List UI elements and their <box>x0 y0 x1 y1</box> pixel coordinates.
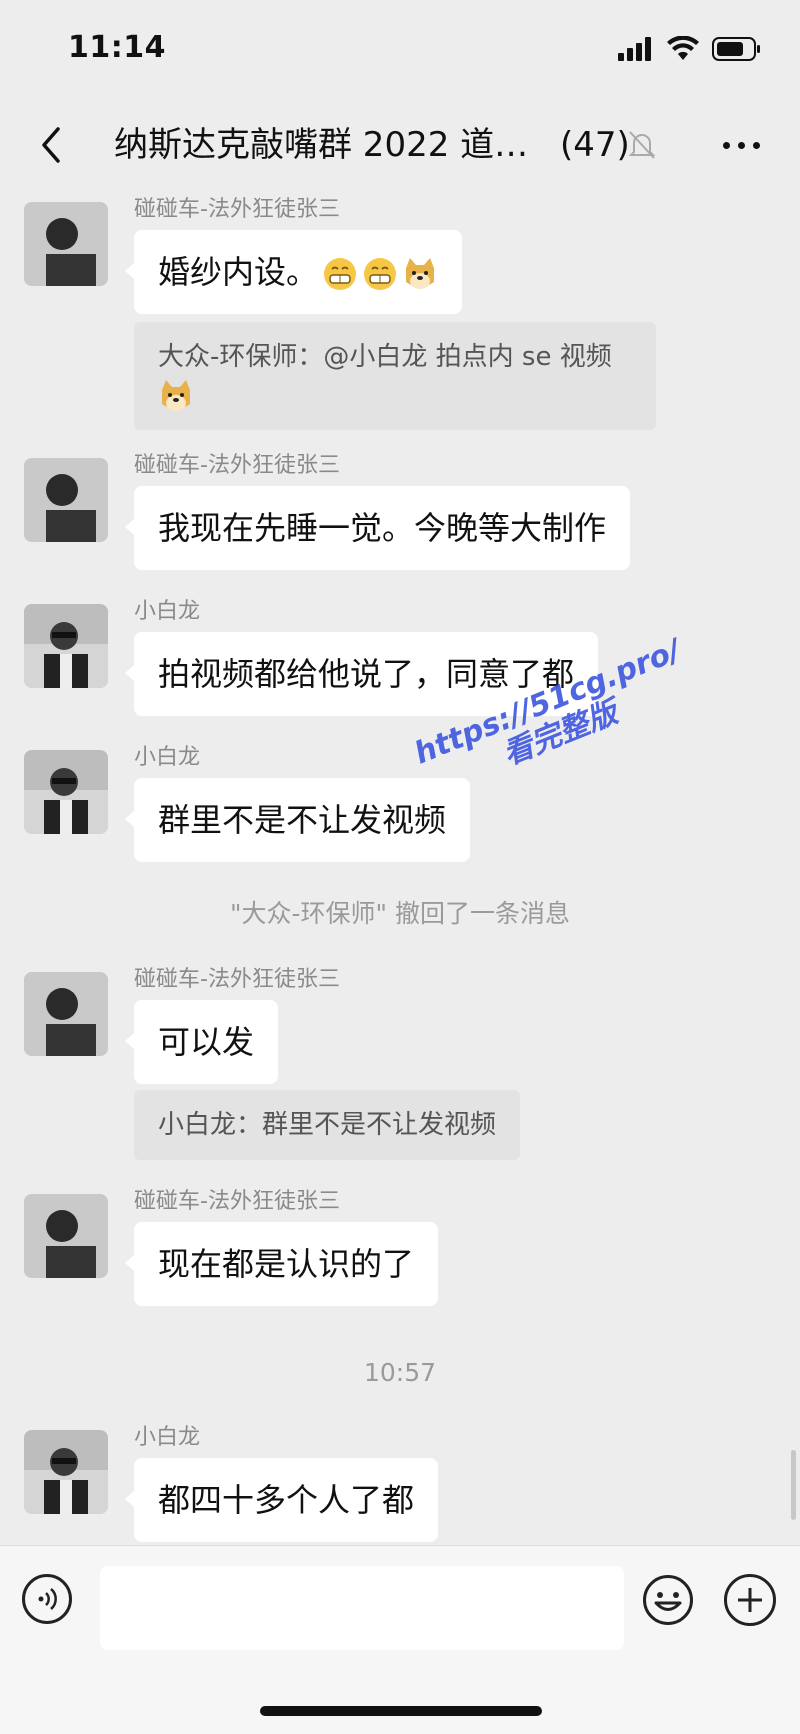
avatar-zhangsan[interactable] <box>24 1194 108 1278</box>
avatar-zhangsan[interactable] <box>24 458 108 542</box>
sender-name: 小白龙 <box>134 745 201 770</box>
time-separator: 10:57 <box>363 1358 437 1387</box>
more-actions-button[interactable] <box>724 1574 776 1626</box>
avatar-xiaobailong[interactable] <box>24 750 108 834</box>
doge-emoji-icon <box>162 379 190 411</box>
member-count: (47) <box>560 125 630 165</box>
quote-text: 大众-环保师：@小白龙 拍点内 se 视频 <box>158 342 612 372</box>
voice-input-button[interactable] <box>22 1574 72 1624</box>
grimace-emoji-icon <box>364 258 397 290</box>
message-text: 婚纱内设。 <box>158 253 319 291</box>
sender-name: 碰碰车-法外狂徒张三 <box>134 1189 340 1214</box>
chat-header: 纳斯达克敲嘴群 2022 道… (47) <box>0 100 800 190</box>
message-text: 可以发 <box>158 1023 255 1061</box>
message-input[interactable] <box>100 1566 624 1650</box>
battery-icon <box>712 37 760 61</box>
message-bubble[interactable]: 婚纱内设。 <box>124 230 463 314</box>
dot <box>737 141 745 149</box>
chevron-left-icon <box>42 127 60 163</box>
sender-name: 小白龙 <box>134 1425 201 1450</box>
home-indicator[interactable] <box>260 1706 542 1716</box>
status-bar: 11:14 <box>0 0 800 100</box>
sender-name: 碰碰车-法外狂徒张三 <box>134 453 340 478</box>
voice-icon <box>38 1588 57 1610</box>
avatar-zhangsan[interactable] <box>24 202 108 286</box>
message-text: 都四十多个人了都 <box>158 1481 415 1519</box>
plus-icon <box>738 1588 762 1612</box>
message-text: 群里不是不让发视频 <box>158 801 447 839</box>
quoted-message[interactable]: 小白龙：群里不是不让发视频 <box>134 1090 521 1160</box>
scrollbar[interactable] <box>791 1450 796 1520</box>
back-button[interactable] <box>26 120 76 170</box>
mute-bell-icon <box>628 131 656 159</box>
avatar-zhangsan[interactable] <box>24 972 108 1056</box>
message-text: 我现在先睡一觉。今晚等大制作 <box>158 509 607 547</box>
grimace-emoji-icon <box>324 258 357 290</box>
sender-name: 碰碰车-法外狂徒张三 <box>134 967 340 992</box>
signal-icon <box>618 37 651 61</box>
message-bubble[interactable]: 可以发 <box>124 1000 279 1084</box>
status-icons <box>618 36 762 62</box>
dot <box>722 141 730 149</box>
wifi-icon <box>667 36 699 60</box>
message-bubble[interactable]: 都四十多个人了都 <box>124 1458 439 1542</box>
chat-title: 纳斯达克敲嘴群 2022 道… <box>114 125 529 165</box>
message-bubble[interactable]: 我现在先睡一觉。今晚等大制作 <box>124 486 631 570</box>
message-text: 现在都是认识的了 <box>158 1245 415 1283</box>
dot <box>752 141 760 149</box>
avatar-xiaobailong[interactable] <box>24 604 108 688</box>
quote-text: 小白龙：群里不是不让发视频 <box>158 1110 497 1140</box>
emoji-button[interactable] <box>642 1574 694 1626</box>
message-bubble[interactable]: 群里不是不让发视频 <box>124 778 471 862</box>
system-message: "大众-环保师" 撤回了一条消息 <box>230 899 570 928</box>
doge-emoji-icon <box>406 258 435 289</box>
quoted-message[interactable]: 大众-环保师：@小白龙 拍点内 se 视频 <box>134 322 656 430</box>
smiley-icon <box>643 1575 693 1625</box>
sender-name: 小白龙 <box>134 599 201 624</box>
more-options-button[interactable] <box>716 130 766 160</box>
message-bubble[interactable]: 现在都是认识的了 <box>124 1222 439 1306</box>
avatar-xiaobailong[interactable] <box>24 1430 108 1514</box>
sender-name: 碰碰车-法外狂徒张三 <box>134 197 340 222</box>
status-time: 11:14 <box>68 30 166 65</box>
message-text: 拍视频都给他说了，同意了都 <box>158 655 575 693</box>
